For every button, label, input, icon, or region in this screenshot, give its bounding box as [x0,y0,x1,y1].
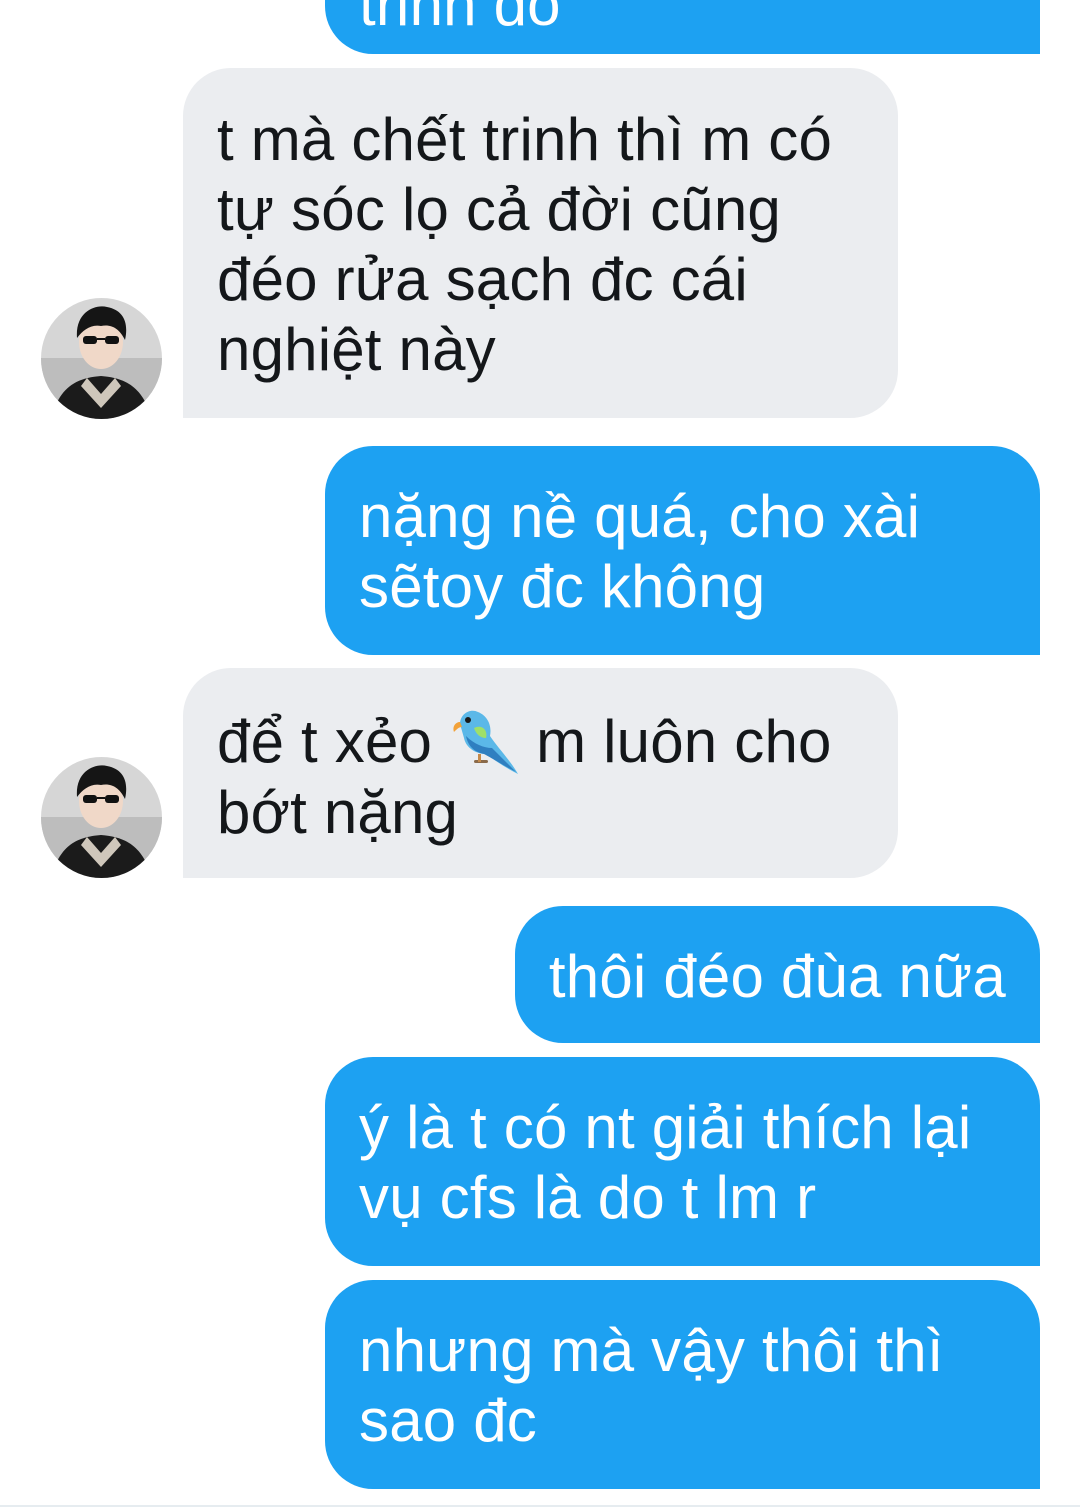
message-text: t mà chết trinh thì m có [217,106,833,173]
message-text: sẽtoy đc không [359,553,766,620]
message-line: để t xẻo m luôn cho [217,704,864,778]
outgoing-message[interactable]: nặng nề quá, cho xài sẽtoy đc không [325,446,1040,655]
message-text: tự sóc lọ cả đời cũng [217,176,781,243]
message-text: m luôn cho [536,708,832,775]
divider [0,1505,1080,1507]
outgoing-message[interactable]: ý là t có nt giải thích lại vụ cfs là do… [325,1057,1040,1266]
message-text: nặng nề quá, cho xài [359,483,921,550]
message-text: bớt nặng [217,779,459,846]
message-text: vụ cfs là do t lm r [359,1164,817,1231]
message-text: ý là t có nt giải thích lại [359,1094,972,1161]
message-text: trinh đó [359,0,561,38]
message-text: nghiệt này [217,316,496,383]
incoming-message[interactable]: t mà chết trinh thì m có tự sóc lọ cả đờ… [183,68,898,418]
message-text: sao đc [359,1387,537,1454]
message-text: thôi đéo đùa nữa [548,943,1006,1010]
outgoing-message[interactable]: thôi đéo đùa nữa [514,906,1040,1043]
user-avatar[interactable] [41,298,162,419]
message-text: để t xẻo [217,708,433,775]
message-text: đéo rửa sạch đc cái [217,246,748,313]
message-text: nhưng mà vậy thôi thì [359,1317,944,1384]
outgoing-message[interactable]: nhưng mà vậy thôi thì sao đc [325,1280,1040,1489]
incoming-message[interactable]: để t xẻo m luôn cho bớt nặng [183,668,898,878]
outgoing-message[interactable]: trinh đó [325,0,1040,54]
user-avatar[interactable] [41,757,162,878]
parrot-emoji-icon [446,704,520,778]
